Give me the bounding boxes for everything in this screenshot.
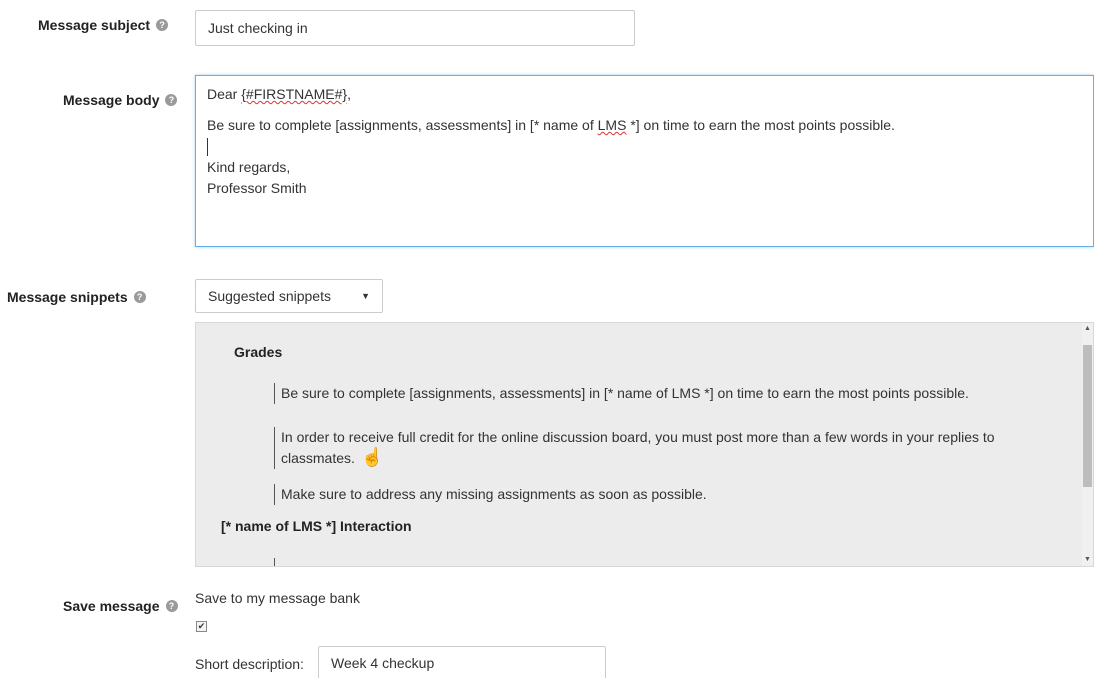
snippets-panel[interactable]: Grades Be sure to complete [assignments,… [195, 322, 1094, 567]
body-blank-line [207, 105, 1082, 115]
snippets-label-text: Message snippets [7, 289, 128, 305]
save-label: Save message ? [63, 598, 178, 614]
scroll-down-icon[interactable]: ▼ [1082, 554, 1093, 566]
save-option-text: Save to my message bank [195, 590, 360, 606]
help-icon[interactable]: ? [165, 94, 178, 106]
message-form: Message subject ? Just checking in Messa… [0, 0, 1094, 678]
snippet-item[interactable]: Be sure to complete [assignments, assess… [274, 383, 1051, 404]
snippets-selected: Suggested snippets [208, 288, 331, 304]
caret-down-icon: ▼ [361, 291, 370, 301]
scroll-up-icon[interactable]: ▲ [1082, 323, 1093, 335]
body-signature: Professor Smith [207, 180, 307, 196]
body-line1-suffix: *] on time to earn the most points possi… [626, 117, 895, 133]
body-closing: Kind regards, [207, 159, 291, 175]
hand-pointer-icon: ☝ [361, 447, 384, 467]
snippets-scrollbar[interactable]: ▲ ▼ [1082, 323, 1093, 566]
short-description-input[interactable]: Week 4 checkup [318, 646, 606, 678]
message-body-editor[interactable]: Dear {#FIRSTNAME#}, Be sure to complete … [195, 75, 1094, 247]
short-description-value: Week 4 checkup [331, 655, 435, 671]
body-caret-line [207, 136, 1082, 157]
body-main-line: Be sure to complete [assignments, assess… [207, 115, 1082, 136]
body-line1-prefix: Be sure to complete [assignments, assess… [207, 117, 598, 133]
greeting-suffix: , [347, 86, 351, 102]
help-icon[interactable]: ? [165, 600, 178, 612]
snippet-item[interactable]: In order to receive full credit for the … [274, 427, 1051, 469]
body-greeting-line: Dear {#FIRSTNAME#}, [207, 84, 1082, 105]
snippet-group-title: Grades [234, 344, 283, 360]
snippet-group-title: [* name of LMS *] Interaction [221, 518, 412, 534]
snippet-item-partial[interactable] [274, 558, 1051, 566]
help-icon[interactable]: ? [156, 19, 169, 31]
snippets-dropdown[interactable]: Suggested snippets ▼ [195, 279, 383, 313]
help-icon[interactable]: ? [133, 291, 146, 303]
firstname-token: {#FIRSTNAME#} [241, 86, 348, 102]
body-label-text: Message body [63, 92, 160, 108]
short-description-label: Short description: [195, 656, 304, 672]
snippet-item[interactable]: Make sure to address any missing assignm… [274, 484, 1051, 505]
subject-label: Message subject ? [38, 17, 169, 33]
subject-value: Just checking in [208, 20, 308, 36]
subject-label-text: Message subject [38, 17, 151, 33]
body-label: Message body ? [63, 92, 178, 108]
body-line1-spell: LMS [597, 117, 627, 133]
save-checkbox[interactable]: ✔ [196, 621, 207, 632]
snippets-label: Message snippets ? [7, 289, 146, 305]
text-caret [207, 138, 208, 157]
greeting-prefix: Dear [207, 86, 242, 102]
scroll-thumb[interactable] [1083, 345, 1092, 487]
subject-input[interactable]: Just checking in [195, 10, 635, 46]
save-label-text: Save message [63, 598, 160, 614]
